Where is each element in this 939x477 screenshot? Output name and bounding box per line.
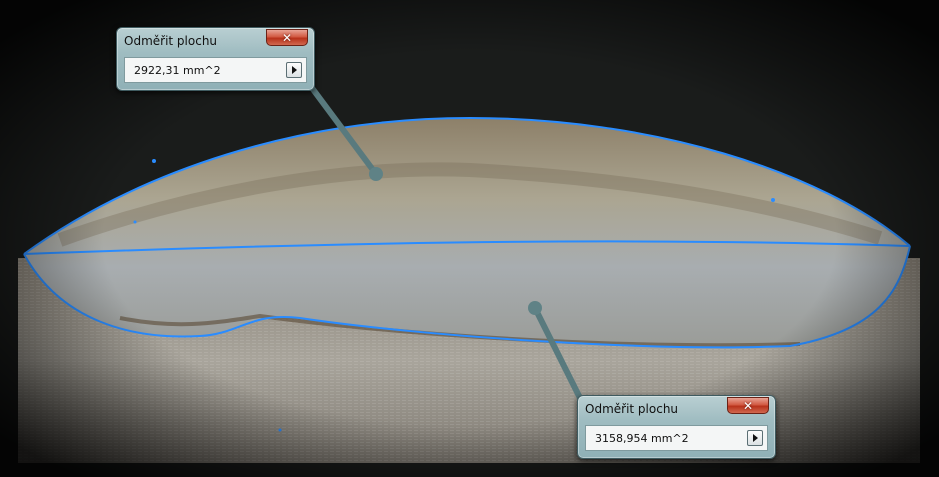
area-value: 2922,31 mm^2 [134,64,221,77]
close-button[interactable]: ✕ [727,397,769,414]
measure-area-popup-lower: Odměřit plochu ✕ 3158,954 mm^2 [577,395,776,459]
area-value-field[interactable]: 3158,954 mm^2 [585,425,768,451]
close-icon: ✕ [742,398,754,413]
expand-button[interactable] [286,62,302,78]
area-value-field[interactable]: 2922,31 mm^2 [124,57,307,83]
popup-title: Odměřit plochu [585,402,679,416]
close-button[interactable]: ✕ [266,29,308,46]
expand-button[interactable] [747,430,763,446]
close-icon: ✕ [281,30,293,45]
area-value: 3158,954 mm^2 [595,432,689,445]
popup-title: Odměřit plochu [124,34,218,48]
measure-area-popup-upper: Odměřit plochu ✕ 2922,31 mm^2 [116,27,315,91]
play-arrow-icon [753,434,758,442]
play-arrow-icon [292,66,297,74]
